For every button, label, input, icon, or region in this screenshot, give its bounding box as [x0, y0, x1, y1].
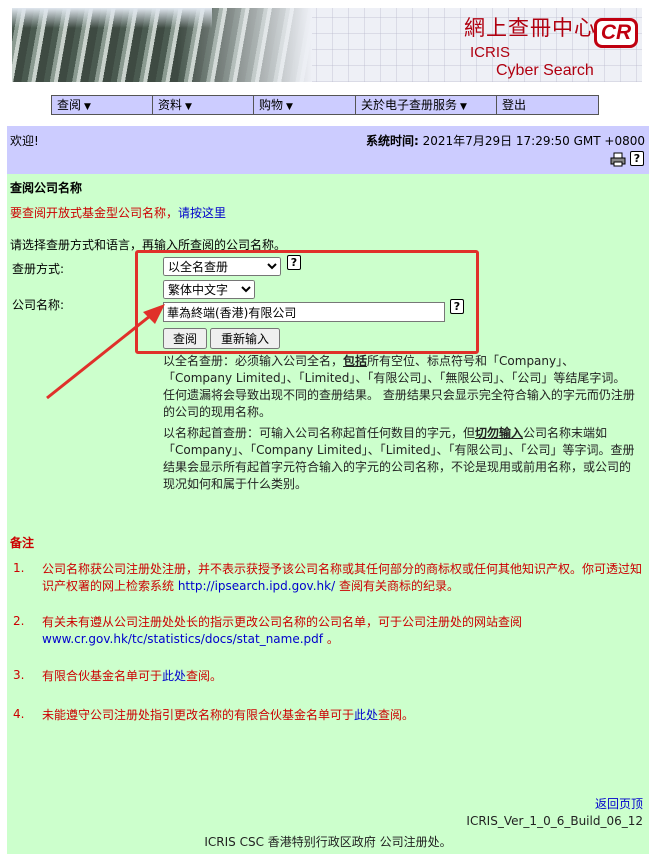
- site-banner: 網上查冊中心 CR ICRIS Cyber Search Centre: [12, 8, 642, 82]
- nav-label: 资料: [158, 98, 183, 112]
- welcome-bar: 欢迎! 系统时间: 2021年7月29日 17:29:50 GMT +0800 …: [7, 126, 649, 174]
- notes-title: 备注: [10, 536, 35, 550]
- welcome-text: 欢迎!: [10, 134, 39, 148]
- note-text: 有限合伙基金名单可于此处查阅。: [42, 668, 642, 685]
- note-number: 2.: [13, 614, 25, 628]
- explain-bold: 包括: [343, 354, 368, 368]
- back-to-top-link[interactable]: 返回页顶: [595, 795, 643, 812]
- note-text: 未能遵守公司注册处指引更改名称的有限合伙基金名单可于此处查阅。: [42, 707, 642, 724]
- note-body: 。: [323, 632, 339, 646]
- nav-label: 关於电子查册服务: [361, 98, 458, 112]
- note-number: 3.: [13, 668, 25, 682]
- content-area: 查阅公司名称 要查阅开放式基金型公司名称，请按这里 请选择查册方式和语言，再输入…: [7, 174, 649, 854]
- note-body: 查阅。: [378, 708, 415, 722]
- nav-info-menu[interactable]: 资料 ▼: [153, 96, 254, 114]
- explain-full-name: 以全名查册：必须输入公司全名，包括所有空位、标点符号和「Company」、「Co…: [163, 353, 637, 421]
- annotation-arrow-icon: [46, 304, 165, 400]
- banner-title-icris: ICRIS: [470, 44, 511, 61]
- lpf-list-link[interactable]: 此处: [162, 669, 186, 683]
- stat-name-pdf-link[interactable]: www.cr.gov.hk/tc/statistics/docs/stat_na…: [42, 632, 323, 646]
- explain-bold: 切勿输入: [475, 426, 524, 440]
- note-body: 未能遵守公司注册处指引更改名称的有限合伙基金名单可于: [42, 708, 355, 722]
- chevron-down-icon: ▼: [84, 102, 91, 112]
- printer-icon[interactable]: [610, 152, 626, 167]
- explain-prefix: 以名称起首查册：可输入公司名称起首任何数目的字元，但切勿输入公司名称末端如 「C…: [163, 425, 637, 493]
- annotation-highlight-box: [135, 250, 479, 354]
- note-body: 查阅有关商标的纪录。: [335, 579, 459, 593]
- note-text: 公司名称获公司注册处注册，并不表示获授予该公司名称或其任何部分的商标权或任何其他…: [42, 561, 642, 595]
- system-time: 系统时间: 2021年7月29日 17:29:50 GMT +0800: [366, 132, 645, 149]
- banner-title-en: Cyber Search Centre: [496, 62, 594, 82]
- note-text: 有关未有遵从公司注册处处长的指示更改公司名称的公司名单，可于公司注册处的网站查阅…: [42, 614, 642, 648]
- note-body: 有限合伙基金名单可于: [42, 669, 163, 683]
- nav-shopping-menu[interactable]: 购物 ▼: [254, 96, 356, 114]
- main-nav: 查阅 ▼ 资料 ▼ 购物 ▼ 关於电子查册服务 ▼ 登出: [51, 95, 599, 115]
- help-icon[interactable]: ?: [630, 151, 644, 166]
- explain-text: 以名称起首查册：可输入公司名称起首任何数目的字元，但: [163, 426, 476, 440]
- nav-label: 登出: [502, 98, 527, 112]
- cr-logo: CR: [594, 18, 638, 48]
- system-time-value: 2021年7月29日 17:29:50 GMT +0800: [422, 134, 645, 148]
- lpf-noncompliant-link[interactable]: 此处: [354, 708, 378, 722]
- chevron-down-icon: ▼: [185, 102, 192, 112]
- nav-label: 查阅: [57, 98, 82, 112]
- note-number: 4.: [13, 707, 25, 721]
- chevron-down-icon: ▼: [286, 102, 293, 112]
- ipsearch-link[interactable]: http://ipsearch.ipd.gov.hk/: [178, 579, 335, 593]
- note-body: 查阅。: [186, 669, 223, 683]
- nav-label: 购物: [259, 98, 284, 112]
- fund-link-line: 要查阅开放式基金型公司名称，请按这里: [10, 204, 226, 221]
- fund-text: 要查阅开放式基金型公司名称，: [10, 206, 179, 220]
- note-body: 有关未有遵从公司注册处处长的指示更改公司名称的公司名单，可于公司注册处的网站查阅: [42, 615, 523, 629]
- chevron-down-icon: ▼: [460, 102, 467, 112]
- banner-title-cn: 網上查冊中心: [464, 16, 596, 40]
- nav-logout[interactable]: 登出: [497, 96, 598, 114]
- explain-text: 以全名查册：必须输入公司全名，: [163, 354, 344, 368]
- banner-photo: [12, 8, 312, 82]
- fund-link[interactable]: 请按这里: [178, 206, 226, 220]
- system-time-label: 系统时间:: [366, 134, 419, 148]
- nav-about-menu[interactable]: 关於电子查册服务 ▼: [356, 96, 497, 114]
- footer-copyright: ICRIS CSC 香港特别行政区政府 公司注册处。: [204, 835, 452, 849]
- search-method-label: 查册方式:: [12, 262, 65, 276]
- nav-search-menu[interactable]: 查阅 ▼: [52, 96, 153, 114]
- version-text: ICRIS_Ver_1_0_6_Build_06_12: [466, 814, 643, 828]
- note-number: 1.: [13, 561, 25, 575]
- section-title: 查阅公司名称: [10, 181, 83, 195]
